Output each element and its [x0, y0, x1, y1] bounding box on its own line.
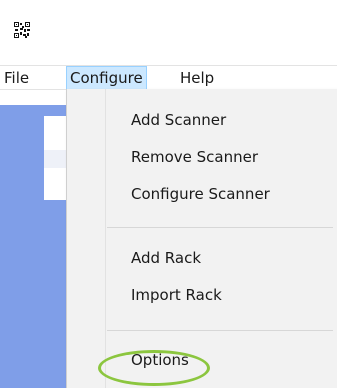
menu-separator: [107, 227, 333, 228]
menu-item-configure-scanner[interactable]: Configure Scanner: [67, 176, 336, 213]
menu-item-remove-scanner[interactable]: Remove Scanner: [67, 139, 336, 176]
qr-code-icon: [14, 22, 30, 38]
menu-help[interactable]: Help: [177, 66, 217, 90]
menu-configure[interactable]: Configure: [66, 66, 147, 90]
menu-item-import-rack[interactable]: Import Rack: [67, 277, 336, 314]
menu-item-add-rack[interactable]: Add Rack: [67, 240, 336, 277]
title-bar: [0, 0, 337, 65]
configure-dropdown-menu: Add Scanner Remove Scanner Configure Sca…: [66, 89, 337, 388]
menu-file[interactable]: File: [1, 66, 32, 90]
menu-separator: [107, 330, 333, 331]
menu-bar: File Configure Help: [0, 65, 337, 90]
menu-item-add-scanner[interactable]: Add Scanner: [67, 102, 336, 139]
menu-item-options[interactable]: Options: [67, 342, 336, 379]
